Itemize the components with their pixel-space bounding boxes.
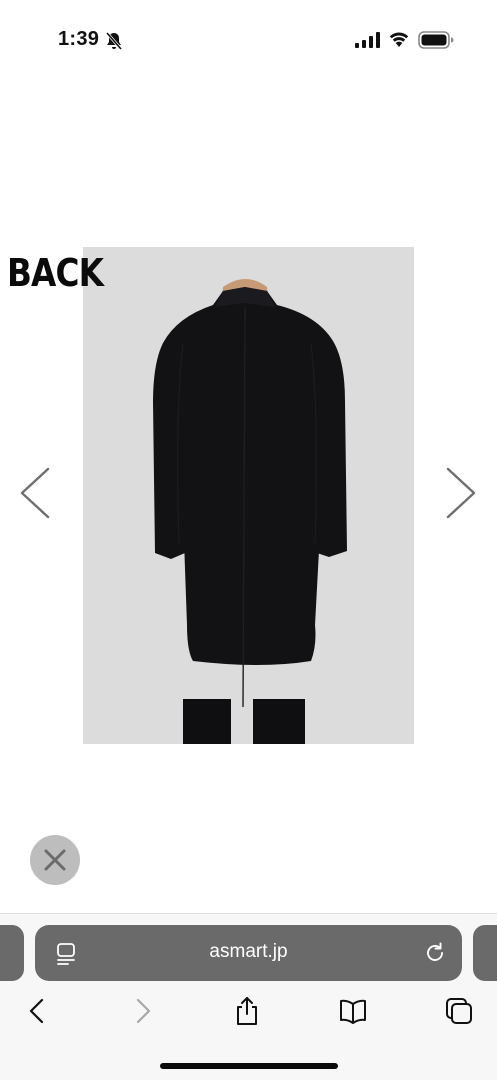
chevron-right-icon[interactable] [444,465,478,521]
address-bar[interactable]: asmart.jp [35,925,462,981]
product-image [83,247,414,744]
back-icon[interactable] [22,996,52,1026]
home-indicator[interactable] [160,1063,338,1069]
chevron-left-icon[interactable] [18,465,52,521]
tabs-icon[interactable] [444,996,474,1026]
reload-icon[interactable] [423,941,447,965]
share-icon[interactable] [232,996,262,1026]
battery-icon [418,31,454,49]
browser-toolbar: asmart.jp [0,913,497,1080]
status-bar: 1:39 [0,0,497,80]
image-back-label: BACK [7,251,104,295]
close-button[interactable] [30,835,80,885]
next-tab-preview[interactable] [473,925,497,981]
cellular-signal-icon [355,32,380,48]
forward-icon[interactable] [128,996,158,1026]
wifi-icon [389,32,409,47]
previous-tab-preview[interactable] [0,925,24,981]
bell-slash-icon [105,32,123,50]
bookmarks-icon[interactable] [338,996,368,1026]
status-time: 1:39 [58,28,100,50]
url-text: asmart.jp [209,941,288,962]
close-icon [44,849,66,871]
